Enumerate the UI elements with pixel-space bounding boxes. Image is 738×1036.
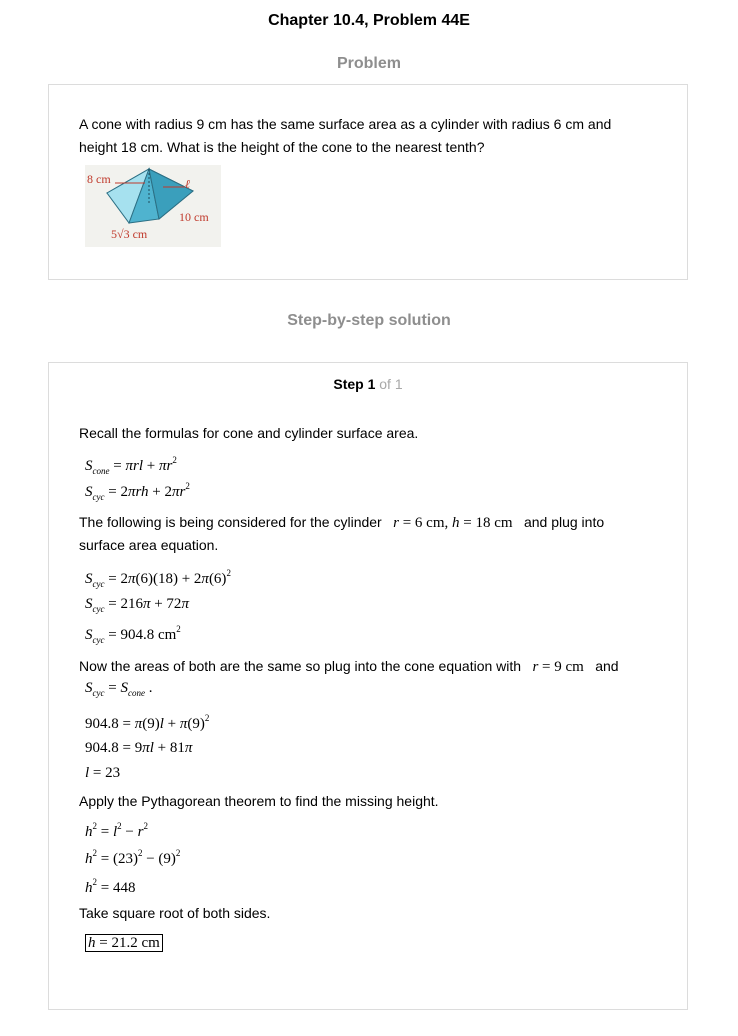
solution-heading: Step-by-step solution: [287, 312, 451, 329]
cone-figure: 8 cm ℓ 10 cm 5√3 cm: [85, 165, 221, 247]
problem-card: A cone with radius 9 cm has the same sur…: [48, 84, 688, 280]
figure-label-radius: 8 cm: [87, 172, 111, 186]
step-number: Step 1: [333, 376, 376, 392]
figure-label-slant: ℓ: [185, 177, 190, 191]
recall-text: Recall the formulas for cone and cylinde…: [79, 425, 419, 441]
figure-label-edge: 10 cm: [179, 210, 209, 224]
same-area-text: Now the areas of both are the same so pl…: [79, 658, 619, 675]
step-of: of 1: [379, 376, 403, 392]
equation-cone-sub: 904.8 = π(9)l + π(9)2: [85, 713, 210, 732]
figure-label-base: 5√3 cm: [111, 227, 148, 241]
step-label: Step 1 of 1: [49, 376, 687, 392]
equation-h-squared: h2 = 448: [85, 877, 136, 896]
equation-cylinder-result: Scyc = 904.8 cm2: [85, 624, 181, 645]
equation-equal-areas: Scyc = Scone .: [85, 680, 153, 698]
problem-heading: Problem: [336, 55, 401, 72]
square-root-text: Take square root of both sides.: [79, 905, 271, 921]
equation-cylinder-sub: Scyc = 2π(6)(18) + 2π(6)2: [85, 568, 231, 589]
problem-text-line-2: height 18 cm. What is the height of the …: [79, 139, 485, 155]
equation-cone-formula: Scone = πrl + πr2: [85, 455, 177, 476]
cylinder-text-2: surface area equation.: [79, 537, 219, 553]
equation-cylinder-formula: Scyc = 2πrh + 2πr2: [85, 481, 190, 502]
equation-slant-result: l = 23: [85, 765, 121, 781]
cylinder-text: The following is being considered for th…: [79, 514, 605, 531]
equation-cone-simplify: 904.8 = 9πl + 81π: [85, 740, 193, 756]
final-answer: h = 21.2 cm: [85, 934, 163, 952]
pythagorean-text: Apply the Pythagorean theorem to find th…: [79, 793, 439, 809]
equation-cylinder-simplify: Scyc = 216π + 72π: [85, 596, 189, 614]
problem-text-line-1: A cone with radius 9 cm has the same sur…: [79, 116, 612, 132]
equation-pythagorean: h2 = l2 − r2: [85, 821, 148, 840]
equation-pythagorean-sub: h2 = (23)2 − (9)2: [85, 848, 181, 867]
solution-card: Step 1 of 1 Recall the formulas for cone…: [48, 362, 688, 1010]
page-title: Chapter 10.4, Problem 44E: [268, 12, 470, 29]
